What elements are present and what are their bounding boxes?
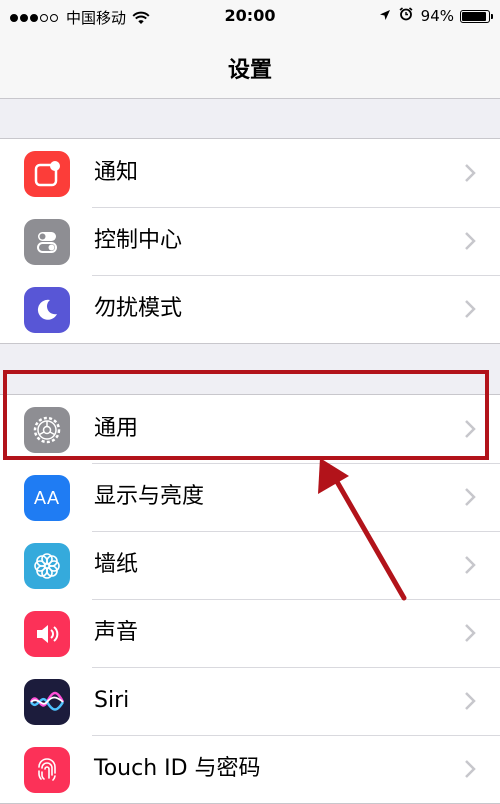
row-label: 墙纸: [94, 552, 139, 577]
chevron-right-icon: [464, 555, 476, 575]
speaker-icon: [24, 611, 70, 657]
chevron-right-icon: [464, 299, 476, 319]
moon-icon: [24, 287, 70, 333]
row-label: 勿扰模式: [94, 296, 183, 321]
row-label: 通用: [94, 416, 139, 441]
battery-icon: [460, 9, 493, 23]
chevron-right-icon: [464, 623, 476, 643]
settings-row-sounds[interactable]: 声音: [0, 599, 500, 667]
row-label: Touch ID 与密码: [94, 756, 261, 781]
row-label: 显示与亮度: [94, 484, 205, 509]
status-right: 94%: [379, 7, 493, 25]
settings-group-2: 通用 AA 显示与亮度 墙纸 声音 Siri Touch ID 与密码: [0, 394, 500, 804]
wallpaper-icon: [24, 543, 70, 589]
display-icon: AA: [24, 475, 70, 521]
chevron-right-icon: [464, 163, 476, 183]
settings-row-touch-id-passcode[interactable]: Touch ID 与密码: [0, 735, 500, 803]
battery-level: [462, 11, 487, 21]
alarm-clock-icon: [399, 7, 413, 25]
chevron-right-icon: [464, 691, 476, 711]
settings-row-wallpaper[interactable]: 墙纸: [0, 531, 500, 599]
row-label: 控制中心: [94, 228, 183, 253]
navigation-bar: 设置: [0, 32, 500, 99]
control-center-icon: [24, 219, 70, 265]
location-arrow-icon: [379, 7, 391, 25]
status-bar: 中国移动 20:00 94%: [0, 0, 500, 32]
display-icon-text: AA: [33, 487, 60, 508]
chevron-right-icon: [464, 419, 476, 439]
siri-icon: [24, 679, 70, 725]
settings-row-do-not-disturb[interactable]: 勿扰模式: [0, 275, 500, 343]
chevron-right-icon: [464, 487, 476, 507]
row-label: Siri: [94, 688, 130, 713]
settings-group-1: 通知 控制中心 勿扰模式: [0, 138, 500, 344]
chevron-right-icon: [464, 759, 476, 779]
settings-row-display-brightness[interactable]: AA 显示与亮度: [0, 463, 500, 531]
row-label: 声音: [94, 620, 139, 645]
settings-row-notifications[interactable]: 通知: [0, 139, 500, 207]
page-title: 设置: [227, 58, 272, 83]
settings-row-siri[interactable]: Siri: [0, 667, 500, 735]
settings-row-control-center[interactable]: 控制中心: [0, 207, 500, 275]
battery-percentage: 94%: [420, 7, 454, 25]
row-label: 通知: [94, 160, 139, 185]
chevron-right-icon: [464, 231, 476, 251]
gear-icon: [24, 407, 70, 453]
notifications-icon: [24, 151, 70, 197]
fingerprint-icon: [24, 747, 70, 793]
settings-row-general[interactable]: 通用: [0, 395, 500, 463]
